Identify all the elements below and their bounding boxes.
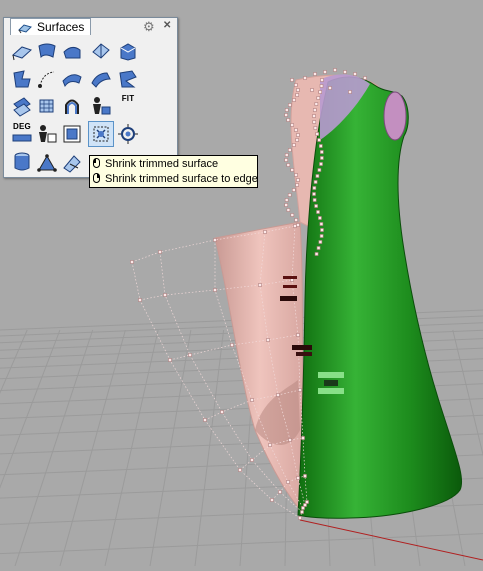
surface-from-corner-points-button[interactable] <box>10 40 34 64</box>
rail-revolve-icon <box>38 71 55 88</box>
surfaces-tab-label: Surfaces <box>37 20 85 34</box>
deg-button-label: DEG <box>13 122 31 131</box>
sweep-two-rails-icon <box>91 72 111 88</box>
plane-through-points-button[interactable] <box>60 150 84 174</box>
pink-surface-panel <box>214 221 306 517</box>
shrink-trimmed-surface-button[interactable] <box>60 122 84 146</box>
tooltip-left-click-row: Shrink trimmed surface <box>93 157 218 172</box>
gear-icon[interactable]: ⚙ <box>143 20 155 33</box>
deg-button[interactable]: DEG <box>10 122 34 146</box>
change-degree-icon <box>39 125 57 143</box>
left-mouse-button-icon <box>93 158 100 168</box>
network-surface-button[interactable] <box>35 94 59 118</box>
patch-icon <box>13 97 31 117</box>
surface-from-planar-curves-button[interactable] <box>60 40 84 64</box>
revolve-icon <box>65 99 79 114</box>
tooltip-right-click-text: Shrink trimmed surface to edge <box>105 173 258 185</box>
surfaces-tab[interactable]: Surfaces <box>10 18 91 35</box>
fit-button-label: FIT <box>121 94 135 103</box>
shrink-trimmed-surface-active-icon <box>93 126 109 142</box>
cylinder-surface-button[interactable] <box>10 150 34 174</box>
green-dress-surface <box>297 76 463 519</box>
edit-point-button[interactable] <box>89 94 113 118</box>
untrim-button[interactable] <box>116 122 140 146</box>
planar-triangle-surface-icon <box>37 154 57 172</box>
command-tooltip: Shrink trimmed surface Shrink trimmed su… <box>89 155 258 188</box>
surfaces-toolbar-panel: Surfaces ⚙ ✕ FIT DEG <box>3 17 178 178</box>
surface-loft-button[interactable] <box>10 67 34 91</box>
sweep-one-rail-icon <box>62 74 82 88</box>
revolve-button[interactable] <box>60 94 84 118</box>
tooltip-right-click-row: Shrink trimmed surface to edge <box>93 172 258 187</box>
armhole-opening <box>383 91 407 141</box>
right-mouse-button-icon <box>93 173 100 183</box>
surface-from-edge-curves-button[interactable] <box>35 40 59 64</box>
close-icon[interactable]: ✕ <box>163 21 171 31</box>
untrim-icon <box>118 124 138 144</box>
rail-revolve-button[interactable] <box>35 67 59 91</box>
planar-triangle-surface-button[interactable] <box>35 150 59 174</box>
network-surface-icon <box>39 99 54 113</box>
tooltip-left-click-text: Shrink trimmed surface <box>105 158 219 170</box>
change-degree-button[interactable] <box>35 122 59 146</box>
blend-surface-button[interactable] <box>116 67 140 91</box>
patch-button[interactable] <box>10 94 34 118</box>
shrink-trimmed-surface-active-button[interactable] <box>88 121 114 147</box>
surface-from-corner-points-icon <box>12 46 32 61</box>
shrink-trimmed-surface-icon <box>63 125 81 143</box>
extrude-curve-icon <box>120 43 136 61</box>
extrude-curve-button[interactable] <box>116 40 140 64</box>
surface-from-edge-curves-icon <box>38 43 56 59</box>
cylinder-surface-icon <box>14 152 30 171</box>
surface-from-planar-curves-icon <box>63 46 81 59</box>
sweep-two-rails-button[interactable] <box>89 67 113 91</box>
surface-loft-icon <box>13 70 31 88</box>
rectangular-plane-icon <box>92 43 110 59</box>
fit-button[interactable]: FIT <box>116 94 140 118</box>
plane-through-points-icon <box>63 155 81 173</box>
blend-surface-icon <box>119 70 137 88</box>
rectangular-plane-button[interactable] <box>89 40 113 64</box>
sweep-one-rail-button[interactable] <box>60 67 84 91</box>
edit-point-icon <box>93 97 111 115</box>
surface-tab-icon <box>18 22 32 39</box>
